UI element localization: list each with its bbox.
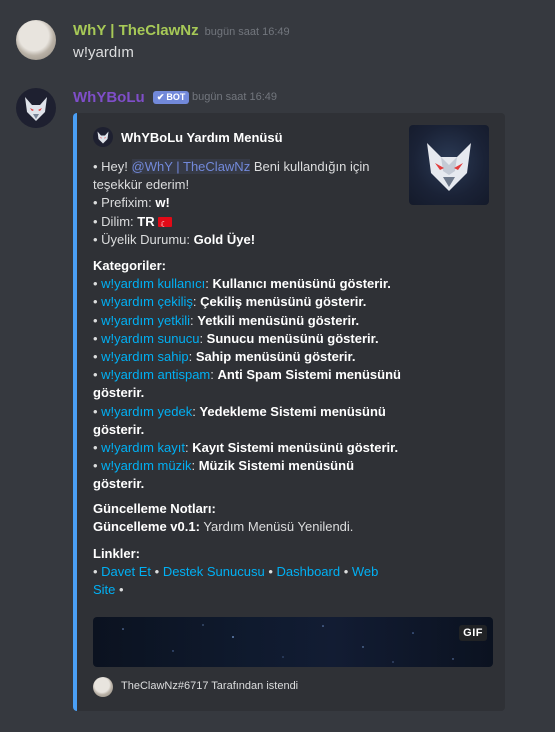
category-item: • w!yardım yedek: Yedekleme Sistemi menü… [93,403,386,437]
category-desc: Kayıt Sistemi menüsünü gösterir. [192,440,399,456]
category-desc: Yetkili menüsünü gösterir. [197,312,360,328]
embed-thumbnail[interactable] [409,125,489,205]
embed-footer: TheClawNz#6717 Tarafından istendi [121,680,299,692]
category-command: w!yardım çekiliş [101,294,193,310]
category-item: • w!yardım kullanıcı: Kullanıcı menüsünü… [93,276,391,292]
embed-author-icon [93,127,113,147]
category-item: • w!yardım müzik: Müzik Sistemi menüsünü… [93,458,355,492]
language-label: • Dilim: [93,213,138,229]
user-avatar[interactable] [16,20,56,60]
category-desc: Çekiliş menüsünü gösterir. [200,294,367,310]
prefix-label: • Prefixim: [93,195,156,211]
category-command: w!yardım antispam [101,367,211,383]
bot-avatar[interactable] [16,88,56,128]
category-item: • w!yardım antispam: Anti Spam Sistemi m… [93,367,401,401]
category-item: • w!yardım sunucu: Sunucu menüsünü göste… [93,330,379,346]
embed-gif-image[interactable]: GIF [93,617,493,667]
category-desc: Sahip menüsünü gösterir. [195,349,356,365]
embed-author: WhYBoLu Yardım Menüsü [121,130,283,145]
category-desc: Sunucu menüsünü gösterir. [206,330,379,346]
update-notes-title: Güncelleme Notları: [93,501,216,516]
category-desc: Kullanıcı menüsünü gösterir. [212,276,391,292]
category-item: • w!yardım sahip: Sahip menüsünü gösteri… [93,349,356,365]
invite-link[interactable]: Davet Et [101,564,151,579]
category-item: • w!yardım yetkili: Yetkili menüsünü gös… [93,312,360,328]
membership-label: • Üyelik Durumu: [93,231,194,247]
language-value: TR [137,213,155,229]
links-list: • Davet Et • Destek Sunucusu • Dashboard… [93,564,379,598]
category-item: • w!yardım çekiliş: Çekiliş menüsünü gös… [93,294,367,310]
bot-name[interactable]: WhYBoLu ✔ BOT [73,89,190,106]
category-command: w!yardım sunucu [101,330,200,346]
starfield-image [122,624,454,663]
categories-field: Kategoriler: • w!yardım kullanıcı: Kulla… [93,257,403,494]
update-text: Yardım Menüsü Yenilendi. [199,519,354,535]
update-note: Güncelleme v0.1: Yardım Menüsü Yenilendi… [93,518,403,536]
bot-badge: ✔ BOT [152,91,190,104]
hey-text: • Hey! [93,159,132,174]
category-command: w!yardım sahip [101,349,189,365]
category-command: w!yardım kayıt [101,440,185,456]
category-command: w!yardım yedek [101,403,193,419]
wolf-icon [25,97,47,121]
user-timestamp: bugün saat 16:49 [204,26,290,38]
wolf-icon [427,143,471,191]
category-command: w!yardım kullanıcı [101,276,206,292]
prefix-value: w! [155,195,170,211]
category-command: w!yardım yetkili [101,312,191,328]
help-embed: WhYBoLu Yardım Menüsü • Hey! @WhY | TheC… [73,113,505,711]
user-message-text: w!yardım [73,44,134,61]
turkey-flag-icon [158,216,173,234]
user-name[interactable]: WhY | TheClawNz bugün saat 16:49 [73,22,290,39]
links-title: Linkler: [93,546,140,561]
bot-badge-label: BOT [166,92,186,102]
update-notes-field: Güncelleme Notları: Güncelleme v0.1: Yar… [93,500,403,536]
embed-description: • Hey! @WhY | TheClawNz Beni kullandığın… [93,158,399,249]
gif-badge: GIF [459,625,487,641]
user-mention[interactable]: @WhY | TheClawNz [131,159,251,174]
category-item: • w!yardım kayıt: Kayıt Sistemi menüsünü… [93,440,399,456]
user-name-text[interactable]: WhY | TheClawNz [73,22,199,39]
dashboard-link[interactable]: Dashboard [277,564,341,579]
membership-value: Gold Üye! [193,231,256,247]
categories-title: Kategoriler: [93,258,166,273]
update-version: Güncelleme v0.1: [93,519,200,535]
bot-timestamp: bugün saat 16:49 [192,91,278,103]
category-command: w!yardım müzik [101,458,192,474]
support-server-link[interactable]: Destek Sunucusu [163,564,265,579]
links-field: Linkler: • Davet Et • Destek Sunucusu • … [93,545,403,600]
wolf-icon [97,131,109,144]
check-icon: ✔ [156,92,165,102]
footer-avatar [93,677,113,697]
bot-name-text[interactable]: WhYBoLu [73,89,145,106]
